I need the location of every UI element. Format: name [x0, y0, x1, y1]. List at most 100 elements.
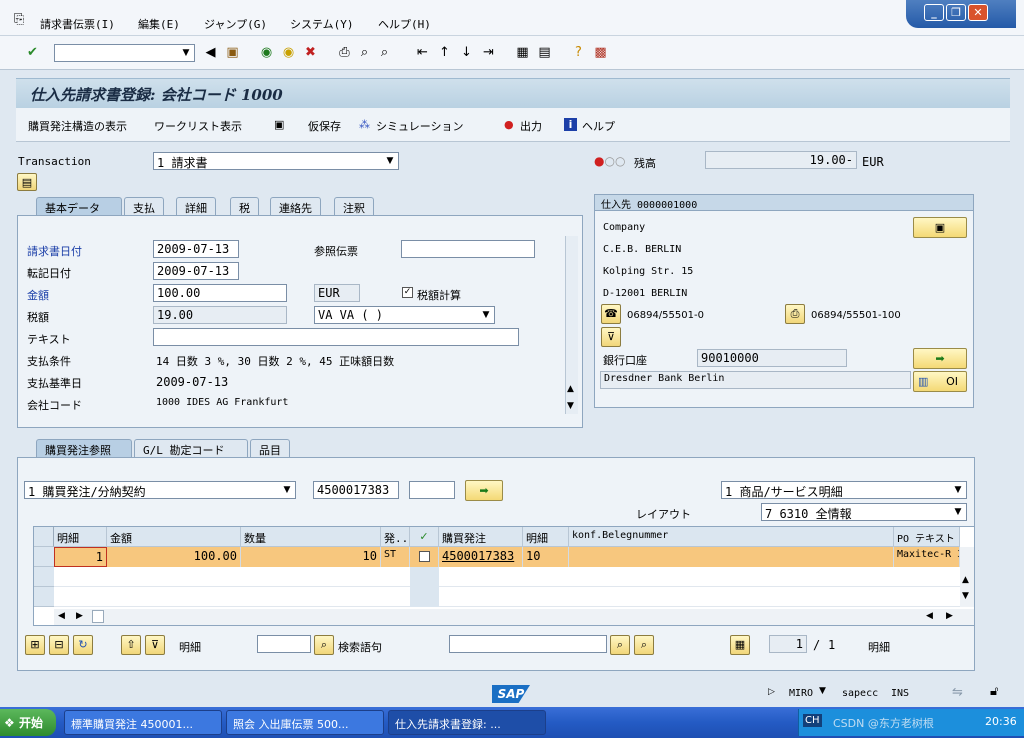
- page-current-field[interactable]: 1: [769, 635, 807, 653]
- amount-currency-field[interactable]: EUR: [314, 284, 360, 302]
- col-conf[interactable]: konf.Belegnummer: [569, 527, 894, 547]
- chevron-down-icon[interactable]: ▼: [281, 483, 293, 497]
- amount-field[interactable]: 100.00: [153, 284, 287, 302]
- cell-po-item[interactable]: 10: [523, 547, 569, 567]
- hold-button[interactable]: 仮保存: [308, 118, 341, 134]
- next-page-icon[interactable]: ↓: [458, 44, 475, 61]
- find-icon[interactable]: ⌕: [356, 44, 373, 61]
- start-button[interactable]: ❖ 开始: [0, 709, 56, 736]
- cell-po[interactable]: 4500017383: [439, 547, 523, 567]
- tab-material[interactable]: 品目: [250, 439, 290, 458]
- refresh-button[interactable]: ↻: [73, 635, 93, 655]
- search-input[interactable]: [449, 635, 607, 653]
- chevron-down-icon[interactable]: ▼: [952, 483, 964, 497]
- scroll-right-icon[interactable]: ▶: [76, 611, 83, 621]
- tab-payment[interactable]: 支払: [124, 197, 164, 216]
- sort-asc-button[interactable]: ⇧: [121, 635, 141, 655]
- calc-tax-checkbox[interactable]: ✓: [402, 287, 413, 298]
- help-button[interactable]: ヘルプ: [582, 118, 615, 134]
- task-material-doc[interactable]: 照会 入出庫伝票 500...: [226, 710, 384, 735]
- tab-tax[interactable]: 税: [230, 197, 259, 216]
- scroll-up-icon[interactable]: ▲: [962, 575, 969, 585]
- open-items-button[interactable]: ▥ OI: [913, 371, 967, 392]
- close-button[interactable]: ✕: [968, 4, 988, 21]
- cell-unit[interactable]: ST: [381, 547, 410, 567]
- insert-row-button[interactable]: ⊞: [25, 635, 45, 655]
- po-structure-button[interactable]: 購買発注構造の表示: [28, 118, 127, 134]
- panel-scrollbar[interactable]: ▲ ▼: [565, 236, 578, 414]
- scroll-down-icon[interactable]: ▼: [567, 401, 574, 411]
- menu-system[interactable]: システム(Y): [290, 16, 354, 32]
- header-toggle-button[interactable]: ▤: [17, 173, 37, 191]
- col-amount[interactable]: 金額: [107, 527, 241, 547]
- grid-vertical-scrollbar[interactable]: ▲ ▼: [960, 547, 974, 607]
- tab-details[interactable]: 詳細: [176, 197, 216, 216]
- tax-field[interactable]: 19.00: [153, 306, 287, 324]
- item-goto-field[interactable]: [257, 635, 311, 653]
- worklist-button[interactable]: ワークリスト表示: [154, 118, 242, 134]
- cell-conf[interactable]: [569, 547, 894, 567]
- back-arrow-icon[interactable]: ◀: [202, 44, 219, 61]
- menu-document[interactable]: 請求書伝票(I): [40, 16, 115, 32]
- col-unit[interactable]: 発...: [381, 527, 410, 547]
- grid-horizontal-scrollbar[interactable]: ◀ ▶ ◀ ▶: [54, 609, 974, 625]
- tab-notes[interactable]: 注釈: [334, 197, 374, 216]
- menu-goto[interactable]: ジャンプ(G): [204, 16, 267, 32]
- cell-po-text[interactable]: Maxitec-R 3: [894, 547, 960, 567]
- chevron-down-icon[interactable]: ▼: [480, 308, 492, 322]
- filter-icon[interactable]: ⊽: [601, 327, 621, 347]
- item-view-select[interactable]: 1 商品/サービス明細 ▼: [721, 481, 967, 499]
- language-indicator[interactable]: CH: [803, 714, 822, 727]
- row-checkbox[interactable]: [419, 551, 430, 562]
- posting-date-field[interactable]: 2009-07-13: [153, 262, 239, 280]
- prev-page-icon[interactable]: ↑: [436, 44, 453, 61]
- select-all-header[interactable]: [34, 527, 54, 547]
- layout-icon[interactable]: ▩: [592, 44, 609, 61]
- tab-basic-data[interactable]: 基本データ: [36, 197, 122, 216]
- row-selector[interactable]: [34, 567, 54, 587]
- vendor-detail-button[interactable]: ▣: [913, 217, 967, 238]
- find-next-icon[interactable]: ⌕: [376, 44, 393, 61]
- status-triangle-icon[interactable]: ▷: [768, 687, 775, 697]
- fax-icon[interactable]: ⎙: [785, 304, 805, 324]
- scroll-right-icon[interactable]: ▶: [946, 611, 953, 621]
- exit-icon[interactable]: ◉: [280, 44, 297, 61]
- layout-icon[interactable]: ▣: [274, 118, 284, 131]
- save-icon[interactable]: ▣: [224, 44, 241, 61]
- scroll-thumb[interactable]: [92, 610, 104, 623]
- shortcut-icon[interactable]: ▤: [536, 44, 553, 61]
- calculator-button[interactable]: ▦: [730, 635, 750, 655]
- col-check[interactable]: ✓: [410, 527, 439, 547]
- filter-button[interactable]: ⊽: [145, 635, 165, 655]
- po-transfer-button[interactable]: ➡: [465, 480, 503, 501]
- col-po-text[interactable]: PO テキスト: [894, 527, 960, 547]
- phone-icon[interactable]: ☎: [601, 304, 621, 324]
- last-page-icon[interactable]: ⇥: [480, 44, 497, 61]
- invoice-date-field[interactable]: 2009-07-13: [153, 240, 239, 258]
- cell-check[interactable]: [410, 547, 439, 567]
- menu-edit[interactable]: 編集(E): [138, 16, 180, 32]
- cancel-icon[interactable]: ✖: [302, 44, 319, 61]
- bank-next-button[interactable]: ➡: [913, 348, 967, 369]
- menu-help[interactable]: ヘルプ(H): [378, 16, 431, 32]
- first-page-icon[interactable]: ⇤: [414, 44, 431, 61]
- tab-po-reference[interactable]: 購買発注参照: [36, 439, 132, 458]
- col-po[interactable]: 購買発注: [439, 527, 523, 547]
- col-quantity[interactable]: 数量: [241, 527, 381, 547]
- tab-contacts[interactable]: 連絡先: [270, 197, 321, 216]
- scroll-down-icon[interactable]: ▼: [962, 591, 969, 601]
- task-purchase-order[interactable]: 標準購買発注 450001...: [64, 710, 222, 735]
- col-po-item[interactable]: 明細: [523, 527, 569, 547]
- print-icon[interactable]: ⎙: [336, 44, 353, 61]
- cell-amount[interactable]: 100.00: [107, 547, 241, 567]
- output-button[interactable]: 出力: [520, 118, 542, 134]
- po-number-field[interactable]: 4500017383: [313, 481, 399, 499]
- chevron-down-icon[interactable]: ▼: [819, 686, 826, 696]
- po-item-field[interactable]: [409, 481, 455, 499]
- restore-button[interactable]: ❐: [946, 4, 966, 21]
- scroll-up-icon[interactable]: ▲: [567, 384, 574, 394]
- layout-select[interactable]: 7_6310 全情報 ▼: [761, 503, 967, 521]
- chevron-down-icon[interactable]: ▼: [180, 46, 192, 60]
- empty-row[interactable]: [54, 587, 960, 607]
- text-field[interactable]: [153, 328, 519, 346]
